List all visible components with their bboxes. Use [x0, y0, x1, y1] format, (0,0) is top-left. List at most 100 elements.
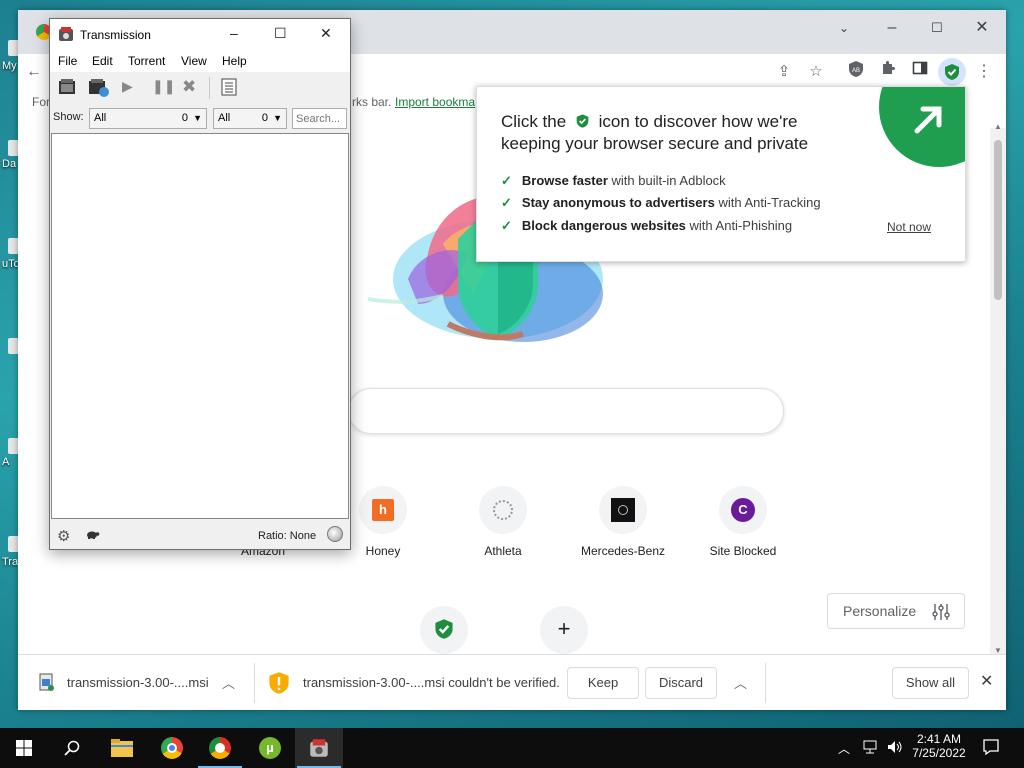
- adblock-extension-icon[interactable]: AB: [844, 60, 868, 84]
- shield-check-icon: [435, 619, 453, 639]
- taskbar: µ ︿ 2:41 AM 7/25/2022: [0, 728, 1024, 768]
- close-download-bar-icon[interactable]: ✕: [980, 671, 993, 691]
- windows-logo-icon: [16, 740, 32, 756]
- import-bookmarks-link[interactable]: Import bookma: [395, 95, 475, 109]
- divider: [254, 663, 255, 703]
- close-button[interactable]: ✕: [320, 25, 340, 42]
- bookmarks-prompt-prefix: For: [32, 95, 50, 109]
- svg-text:AB: AB: [852, 68, 860, 74]
- torrent-search-input[interactable]: [292, 108, 347, 129]
- transmission-toolbar: ▶ ❚❚ ✖: [50, 72, 350, 104]
- taskbar-utorrent[interactable]: µ: [246, 728, 294, 768]
- chevron-up-icon[interactable]: ︿: [734, 673, 747, 692]
- personalize-label: Personalize: [843, 603, 917, 619]
- not-now-link[interactable]: Not now: [887, 220, 931, 234]
- show-hidden-icons-chevron[interactable]: ︿: [838, 740, 850, 757]
- shortcut-mercedes-benz[interactable]: Mercedes-Benz: [568, 486, 678, 558]
- more-menu-icon[interactable]: ⋮: [972, 60, 996, 84]
- mercedes-benz-icon: [599, 486, 647, 534]
- popup-feature-antiphishing: ✓ Block dangerous websites with Anti-Phis…: [501, 218, 793, 233]
- clock[interactable]: 2:41 AM 7/25/2022: [908, 732, 970, 760]
- shortcut-athleta[interactable]: Athleta: [448, 486, 558, 558]
- network-icon[interactable]: [862, 739, 880, 758]
- taskbar-search-button[interactable]: [48, 728, 96, 768]
- shortcut-label: Site Blocked: [709, 544, 777, 558]
- status-filter-select[interactable]: All 0 ▼: [89, 108, 207, 129]
- sliders-icon: [932, 604, 950, 620]
- transmission-window: Transmission – ☐ ✕ File Edit Torrent Vie…: [49, 18, 351, 550]
- desktop-label: My: [2, 60, 17, 72]
- pause-torrent-icon[interactable]: ❚❚: [152, 78, 175, 95]
- show-all-button[interactable]: Show all: [892, 667, 969, 699]
- chevron-up-icon[interactable]: ︿: [222, 673, 240, 692]
- check-icon: ✓: [501, 173, 512, 188]
- menu-file[interactable]: File: [58, 54, 77, 68]
- clock-time: 2:41 AM: [916, 732, 962, 746]
- check-icon: ✓: [501, 218, 512, 233]
- personalize-button[interactable]: Personalize: [827, 593, 965, 629]
- desktop-label: A: [2, 456, 10, 468]
- maximize-button[interactable]: ☐: [274, 25, 294, 42]
- open-url-icon[interactable]: [88, 78, 110, 101]
- shortcut-shield[interactable]: [420, 606, 468, 654]
- clock-date: 7/25/2022: [912, 746, 966, 760]
- scrollbar-thumb[interactable]: [994, 140, 1002, 300]
- shield-check-icon: [576, 114, 589, 128]
- discard-button[interactable]: Discard: [645, 667, 717, 699]
- taskbar-transmission[interactable]: [295, 728, 343, 768]
- keep-button[interactable]: Keep: [567, 667, 639, 699]
- installer-file-icon: [38, 673, 56, 693]
- download-bar: transmission-3.00-....msi ︿ transmission…: [18, 654, 1006, 710]
- bookmark-star-icon[interactable]: ☆: [804, 60, 828, 84]
- folder-icon: [111, 739, 133, 757]
- page-scrollbar[interactable]: ▲ ▼: [990, 122, 1006, 655]
- menu-help[interactable]: Help: [222, 54, 247, 68]
- minimize-button[interactable]: –: [230, 25, 250, 41]
- maximize-button[interactable]: ☐: [925, 16, 949, 40]
- open-torrent-icon[interactable]: [58, 78, 76, 99]
- download-warning-text: transmission-3.00-....msi couldn't be ve…: [303, 675, 560, 690]
- turtle-speed-limit-icon[interactable]: [84, 528, 100, 543]
- ratio-toggle-icon[interactable]: [327, 526, 343, 542]
- close-button[interactable]: ✕: [970, 16, 994, 40]
- check-icon: ✓: [501, 195, 512, 210]
- notifications-icon[interactable]: [982, 738, 1000, 759]
- popup-heading: Click the icon to discover how we're kee…: [501, 112, 809, 153]
- torrent-list[interactable]: [51, 133, 349, 519]
- side-panel-icon[interactable]: [908, 60, 932, 84]
- site-blocked-icon: C: [719, 486, 767, 534]
- menu-view[interactable]: View: [181, 54, 207, 68]
- transmission-titlebar[interactable]: Transmission – ☐ ✕: [50, 19, 350, 50]
- back-button[interactable]: ←: [26, 60, 50, 84]
- start-button[interactable]: [0, 728, 48, 768]
- chevron-down-icon: ▼: [273, 113, 282, 123]
- taskbar-chrome[interactable]: [148, 728, 196, 768]
- transmission-statusbar: ⚙ Ratio: None: [50, 521, 350, 549]
- start-torrent-icon[interactable]: ▶: [122, 78, 133, 95]
- taskbar-secure-browser[interactable]: [196, 728, 244, 768]
- share-icon[interactable]: ⇪: [772, 60, 796, 84]
- tracker-filter-select[interactable]: All 0 ▼: [213, 108, 287, 129]
- menu-torrent[interactable]: Torrent: [128, 54, 165, 68]
- download-item-filename[interactable]: transmission-3.00-....msi: [67, 675, 209, 690]
- popup-feature-adblock: ✓ Browse faster with built-in Adblock: [501, 173, 726, 188]
- add-shortcut-button[interactable]: +: [540, 606, 588, 654]
- chrome-icon: [161, 737, 183, 759]
- divider: [765, 663, 766, 703]
- extensions-puzzle-icon[interactable]: [876, 60, 900, 84]
- security-shield-extension-icon[interactable]: [938, 58, 966, 86]
- torrent-properties-icon[interactable]: [220, 78, 238, 99]
- settings-gear-icon[interactable]: ⚙: [57, 527, 70, 545]
- menu-edit[interactable]: Edit: [92, 54, 113, 68]
- volume-icon[interactable]: [886, 739, 904, 758]
- remove-torrent-icon[interactable]: ✖: [182, 77, 196, 97]
- search-box[interactable]: [348, 388, 784, 434]
- popup-feature-antitracking: ✓ Stay anonymous to advertisers with Anti…: [501, 195, 821, 210]
- shortcut-site-blocked[interactable]: C Site Blocked: [688, 486, 798, 558]
- taskbar-file-explorer[interactable]: [98, 728, 146, 768]
- warning-shield-icon: [268, 671, 290, 698]
- toolbar-divider: [209, 77, 210, 99]
- search-icon: [64, 740, 80, 756]
- minimize-button[interactable]: –: [880, 16, 904, 40]
- tab-search-icon[interactable]: ⌄: [832, 16, 856, 40]
